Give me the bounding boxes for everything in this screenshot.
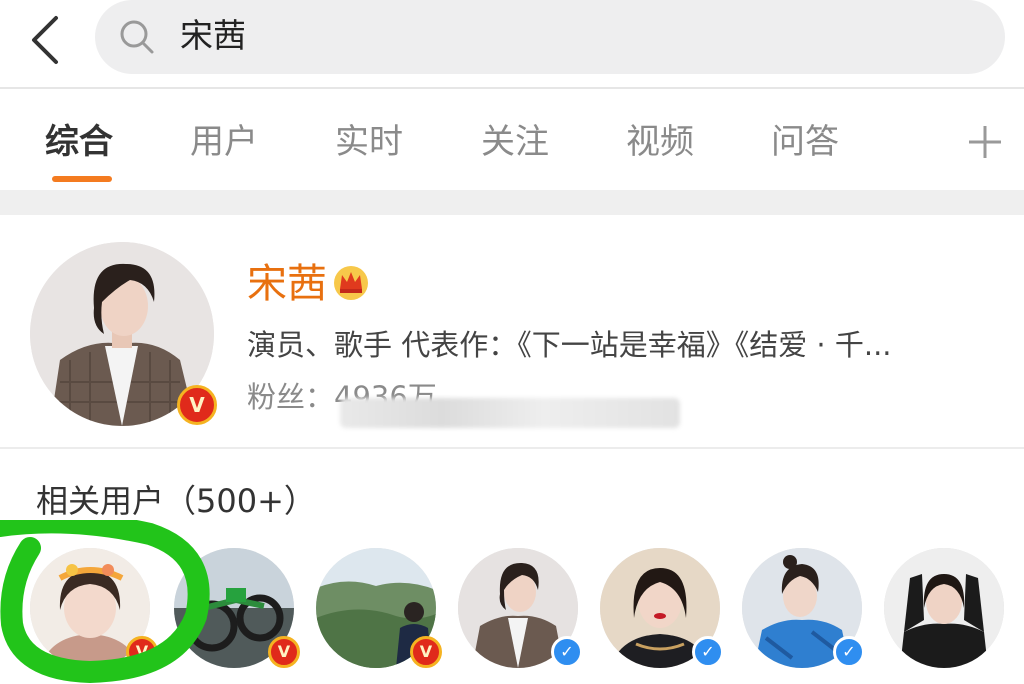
user-name[interactable]: 宋茜 [247,258,327,310]
avatar-woman-hands-up [884,548,1004,668]
active-tab-indicator [52,176,112,182]
section-separator [0,190,1024,215]
search-icon [120,20,154,54]
related-users-title[interactable]: 相关用户（500+） [36,478,316,524]
tab-following[interactable]: 关注 [481,120,549,164]
tab-qa[interactable]: 问答 [771,120,839,164]
verified-gold-badge: V [410,636,442,668]
back-button[interactable] [22,8,72,68]
user-card[interactable]: V 宋茜 演员、歌手 代表作：《下一站是幸福》《结爱 · 千... 粉丝：493… [0,215,1024,447]
search-box[interactable]: 宋茜 [95,0,1005,74]
top-bar: 宋茜 [0,0,1024,89]
verified-gold-badge: V [126,636,158,668]
crown-icon [334,266,368,300]
tab-comprehensive[interactable]: 综合 [45,120,113,164]
user-description: 演员、歌手 代表作：《下一站是幸福》《结爱 · 千... [247,328,892,362]
divider [0,87,1024,89]
redaction-blur [340,398,680,428]
verified-gold-badge: V [177,385,217,425]
verified-gold-badge: V [268,636,300,668]
add-tab-button[interactable] [960,120,1010,164]
tab-users[interactable]: 用户 [190,120,258,164]
chevron-left-icon [32,16,58,64]
plus-icon [969,126,1001,158]
search-input[interactable]: 宋茜 [180,14,246,58]
tab-fade [900,110,960,180]
verified-blue-badge: ✓ [692,636,724,668]
divider [0,447,1024,449]
related-user-avatar[interactable] [884,548,1004,668]
tab-bar: 综合 用户 实时 关注 视频 问答 [0,90,1024,190]
tab-realtime[interactable]: 实时 [335,120,403,164]
verified-blue-badge: ✓ [833,636,865,668]
related-users-row: V V V ✓ ✓ ✓ [0,545,1024,684]
tab-video[interactable]: 视频 [626,120,694,164]
verified-blue-badge: ✓ [551,636,583,668]
